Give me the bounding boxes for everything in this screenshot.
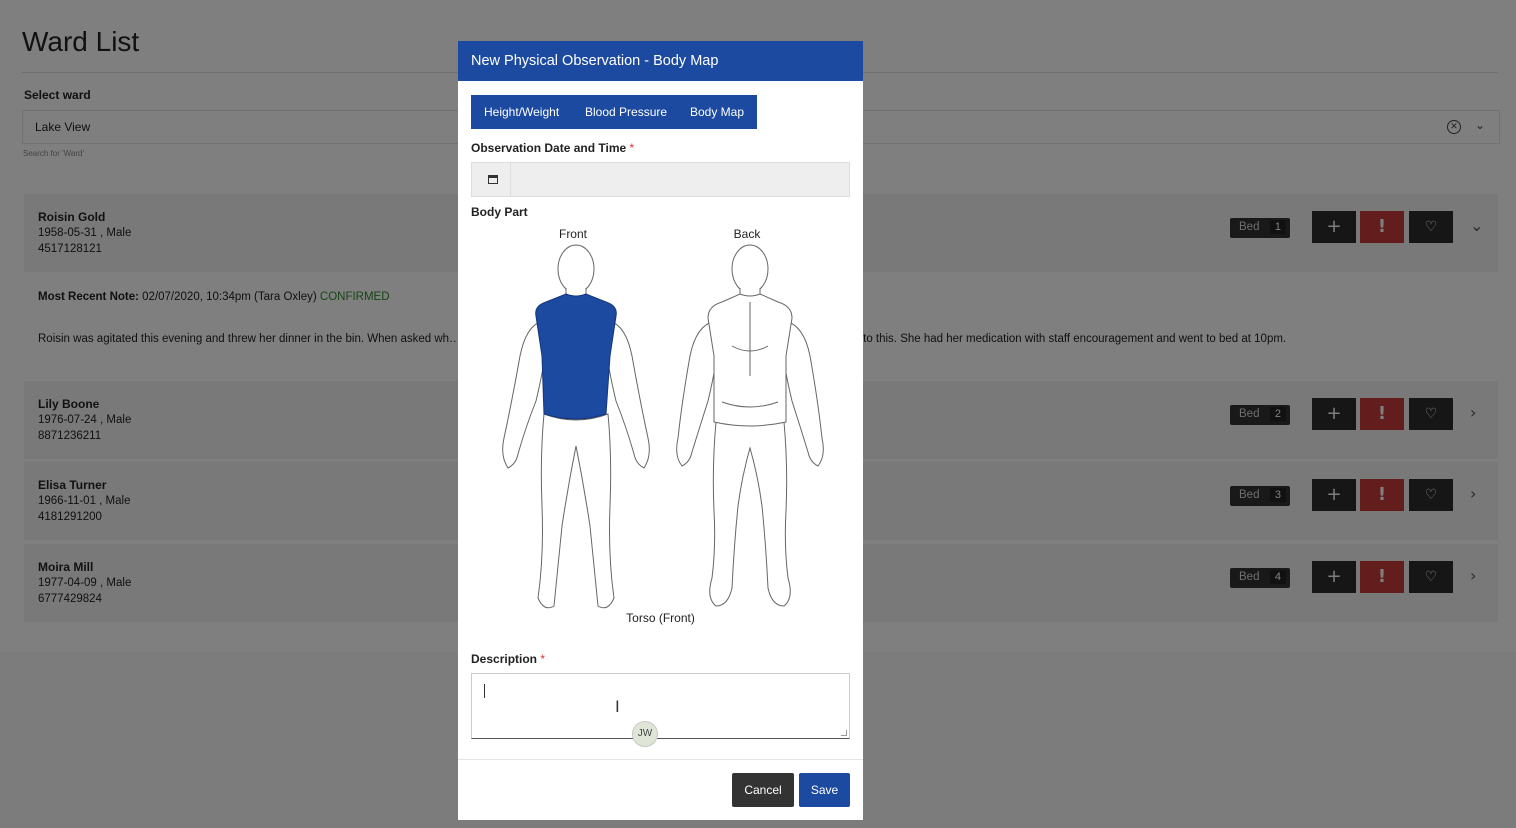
text-cursor-icon: I [615,697,620,716]
front-label: Front [559,227,588,241]
avatar: JW [632,721,658,747]
front-torso[interactable] [535,293,617,420]
modal-header: New Physical Observation - Body Map [458,41,863,81]
description-textarea[interactable] [471,673,850,739]
modal-title: New Physical Observation - Body Map [471,53,719,69]
front-figure [502,244,650,609]
body-map[interactable]: Front Back [482,226,842,611]
front-left-arm[interactable] [605,320,650,469]
required-mark: * [540,652,546,666]
calendar-icon [488,175,498,184]
observation-tabs: Height/Weight Blood Pressure Body Map [471,95,757,129]
cancel-button[interactable]: Cancel [732,773,794,807]
required-mark: * [629,141,635,155]
back-legs[interactable] [709,421,791,607]
tab-height-weight[interactable]: Height/Weight [484,105,559,119]
description-label-text: Description [471,652,538,666]
new-observation-modal: New Physical Observation - Body Map Heig… [458,41,863,820]
body-part-label: Body Part [471,205,528,219]
back-head[interactable] [731,244,769,294]
front-right-arm[interactable] [502,320,547,469]
modal-footer-divider [458,759,863,760]
back-label: Back [734,227,762,241]
tab-body-map[interactable]: Body Map [690,105,744,119]
front-legs[interactable] [537,413,615,609]
date-time-label-text: Observation Date and Time [471,141,627,155]
selected-body-part: Torso (Front) [626,611,695,625]
calendar-button[interactable] [472,163,511,196]
resize-handle-icon[interactable] [841,730,847,736]
date-time-label: Observation Date and Time * [471,141,634,155]
front-head[interactable] [557,244,595,294]
tab-blood-pressure[interactable]: Blood Pressure [585,105,667,119]
back-figure [676,244,824,607]
description-label: Description * [471,652,545,666]
date-time-field[interactable] [471,162,850,197]
save-button[interactable]: Save [799,773,850,807]
text-caret [484,684,485,698]
